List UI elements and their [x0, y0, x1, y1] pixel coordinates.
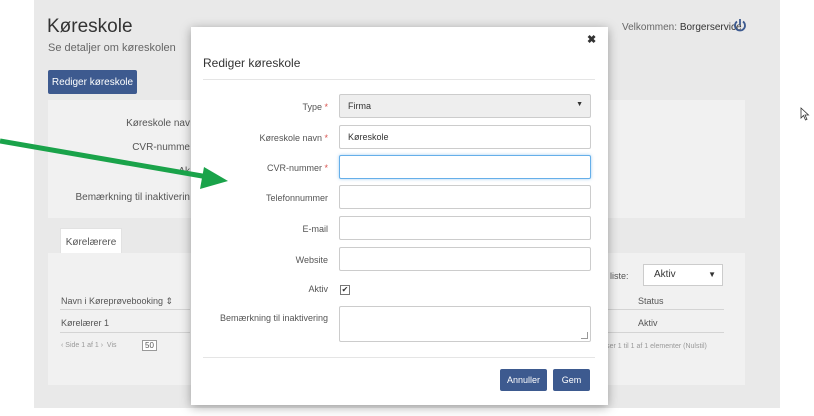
type-select[interactable]: Firma	[339, 94, 591, 118]
table-header-status: Status	[638, 296, 664, 306]
close-icon[interactable]: ✖	[587, 33, 596, 46]
per-page-select[interactable]: 50	[142, 340, 157, 351]
cvr-input[interactable]	[339, 155, 591, 179]
cvr-label: CVR-nummer *	[267, 163, 328, 173]
required-mark: *	[324, 102, 328, 112]
welcome-prefix: Velkommen:	[622, 22, 678, 33]
divider	[608, 332, 724, 333]
website-input[interactable]	[339, 247, 591, 271]
cancel-button[interactable]: Annuller	[500, 369, 547, 391]
table-cell-status: Aktiv	[638, 318, 658, 328]
required-mark: *	[324, 163, 328, 173]
active-checkbox[interactable]: ✔	[340, 285, 350, 295]
power-icon[interactable]	[733, 18, 747, 32]
edit-school-modal: ✖ Rediger køreskole Type * Firma Køresko…	[191, 27, 608, 405]
email-label: E-mail	[302, 224, 328, 234]
page-subtitle: Se detaljer om køreskolen	[48, 42, 176, 54]
table-summary: Viser 1 til 1 af 1 elementer (Nulstil)	[600, 343, 707, 350]
table-cell-name[interactable]: Kørelærer 1	[61, 318, 109, 328]
required-mark: *	[324, 133, 328, 143]
welcome-text: Velkommen: Borgerservice	[622, 22, 742, 33]
detail-label: CVR-numme	[132, 142, 190, 153]
pager[interactable]: ‹ Side 1 af 1 › Vis	[61, 342, 117, 349]
phone-label: Telefonnummer	[265, 193, 328, 203]
resize-handle-icon[interactable]	[581, 332, 588, 339]
cvr-label-text: CVR-nummer	[266, 163, 322, 173]
phone-input[interactable]	[339, 185, 591, 209]
modal-divider	[203, 79, 595, 80]
list-filter-select[interactable]: Aktiv	[643, 264, 723, 286]
email-input[interactable]	[339, 216, 591, 240]
page-title: Køreskole	[47, 16, 133, 37]
type-label: Type *	[302, 102, 328, 112]
name-label: Køreskole navn *	[259, 133, 328, 143]
details-labels: Køreskole nav CVR-numme Ak Bemærkning ti…	[48, 100, 191, 218]
divider	[608, 309, 724, 310]
detail-label: Køreskole nav	[126, 118, 190, 129]
detail-label: Bemærkning til inaktiverin	[75, 192, 191, 203]
modal-divider	[203, 357, 595, 358]
remark-textarea[interactable]	[339, 306, 591, 342]
pager-per-page-label: Vis	[106, 342, 117, 349]
modal-title: Rediger køreskole	[203, 56, 301, 70]
tab-instructors[interactable]: Kørelærere	[60, 228, 122, 255]
remark-label: Bemærkning til inaktivering	[219, 313, 328, 323]
website-label: Website	[295, 255, 328, 265]
edit-school-button[interactable]: Rediger køreskole	[48, 70, 137, 94]
divider	[60, 309, 190, 310]
name-label-text: Køreskole navn	[259, 133, 322, 143]
pager-page: Side 1 af 1	[65, 342, 99, 349]
save-button[interactable]: Gem	[553, 369, 590, 391]
detail-label: Ak	[178, 166, 190, 177]
divider	[60, 332, 190, 333]
school-name-input[interactable]: Køreskole	[339, 125, 591, 149]
type-label-text: Type	[302, 102, 322, 112]
mouse-cursor-icon	[800, 107, 810, 121]
table-header-name[interactable]: Navn i Køreprøvebooking ⇕	[61, 296, 173, 307]
active-label: Aktiv	[308, 284, 328, 294]
